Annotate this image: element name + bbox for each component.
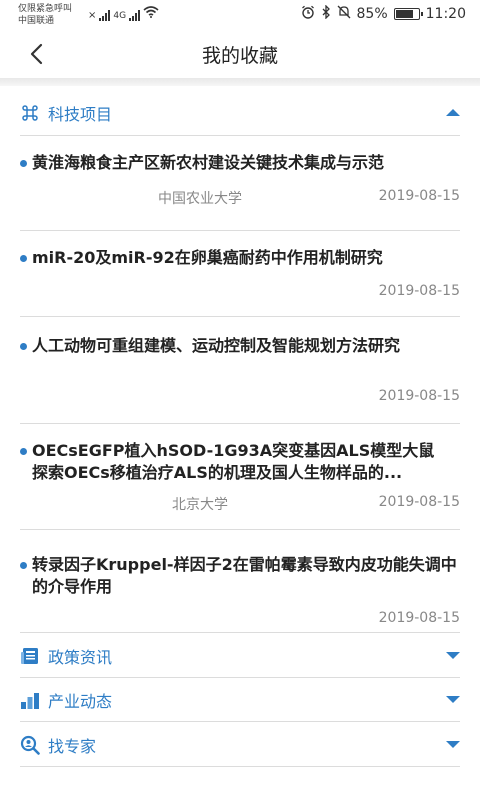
header-divider <box>0 78 480 86</box>
item-meta: 北京大学 2019-08-15 <box>20 494 460 514</box>
mute-icon <box>337 5 351 23</box>
command-icon <box>20 103 40 123</box>
page-title: 我的收藏 <box>201 45 278 67</box>
network-type: 4G <box>113 11 127 21</box>
item-title: 人工动物可重组建模、运动控制及智能规划方法研究 <box>32 336 401 355</box>
list-item[interactable]: 黄淮海粮食主产区新农村建设关键技术集成与示范 中国农业大学 2019-08-15 <box>20 152 460 212</box>
news-icon <box>20 646 40 666</box>
chevron-down-icon[interactable] <box>446 652 460 659</box>
search-person-icon <box>20 735 40 755</box>
signal-bars-icon-2 <box>129 10 141 21</box>
item-title: 转录因子Kruppel-样因子2在雷帕霉素导致内皮功能失调中的介导作用 <box>32 555 457 596</box>
item-date: 2019-08-15 <box>378 494 460 510</box>
chevron-up-icon[interactable] <box>446 109 460 116</box>
battery-fill <box>395 10 414 18</box>
battery-percent: 85% <box>356 6 388 22</box>
battery-icon <box>393 8 423 20</box>
bar-chart-icon <box>20 690 40 710</box>
bluetooth-icon <box>321 4 331 23</box>
bullet-dot <box>20 255 27 262</box>
nav-bar: 我的收藏 <box>0 30 480 78</box>
item-date: 2019-08-15 <box>378 188 460 204</box>
chevron-down-icon[interactable] <box>446 741 460 748</box>
section-industry-header[interactable]: 产业动态 <box>20 677 460 722</box>
status-bar: 仅限紧急呼叫 中国联通 × 4G 85% 11:20 <box>0 0 480 30</box>
chevron-down-icon[interactable] <box>446 696 460 703</box>
item-date: 2019-08-15 <box>378 610 460 626</box>
item-title-line2: 探索OECs移植治疗ALS的机理及国人生物样品的... <box>32 463 403 482</box>
item-meta: 2019-08-15 <box>20 283 460 303</box>
carrier-line1: 仅限紧急呼叫 <box>18 4 73 14</box>
divider <box>20 529 460 530</box>
list-item[interactable]: 转录因子Kruppel-样因子2在雷帕霉素导致内皮功能失调中的介导作用 2019… <box>20 554 460 634</box>
section-industry-label: 产业动态 <box>48 691 113 711</box>
divider <box>20 135 460 136</box>
item-title: miR-20及miR-92在卵巢癌耐药中作用机制研究 <box>32 248 383 267</box>
signal-indicators: × 4G <box>88 6 159 21</box>
bullet-dot <box>20 343 27 350</box>
bullet-dot <box>20 160 27 167</box>
section-policy-header[interactable]: 政策资讯 <box>20 633 460 678</box>
section-expert-header[interactable]: 找专家 <box>20 722 460 767</box>
wifi-icon <box>143 6 159 21</box>
list-item[interactable]: OECsEGFP植入hSOD-1G93A突变基因ALS模型大鼠 探索OECs移植… <box>20 440 460 520</box>
item-meta: 2019-08-15 <box>20 610 460 630</box>
sim-x-icon: × <box>88 10 97 21</box>
item-meta: 2019-08-15 <box>20 388 460 408</box>
carrier-line2: 中国联通 <box>18 16 55 26</box>
item-date: 2019-08-15 <box>378 283 460 299</box>
item-source: 北京大学 <box>172 497 228 513</box>
list-item[interactable]: 人工动物可重组建模、运动控制及智能规划方法研究 2019-08-15 <box>20 335 460 415</box>
item-meta: 中国农业大学 2019-08-15 <box>20 188 460 208</box>
list-item[interactable]: miR-20及miR-92在卵巢癌耐药中作用机制研究 2019-08-15 <box>20 247 460 307</box>
status-right: 85% 11:20 <box>301 4 466 23</box>
item-date: 2019-08-15 <box>378 388 460 404</box>
item-title: 黄淮海粮食主产区新农村建设关键技术集成与示范 <box>32 153 385 172</box>
divider <box>20 316 460 317</box>
section-tech-header[interactable]: 科技项目 <box>20 90 460 135</box>
divider <box>20 766 460 767</box>
divider <box>20 230 460 231</box>
item-source: 中国农业大学 <box>158 191 242 207</box>
divider <box>20 423 460 424</box>
item-title-line1: OECsEGFP植入hSOD-1G93A突变基因ALS模型大鼠 <box>32 441 435 460</box>
clock: 11:20 <box>425 6 466 22</box>
signal-bars-icon <box>99 10 111 21</box>
bullet-dot <box>20 562 27 569</box>
carrier-info: 仅限紧急呼叫 中国联通 <box>18 3 72 27</box>
section-policy-label: 政策资讯 <box>48 647 113 667</box>
section-expert-label: 找专家 <box>48 736 97 756</box>
section-tech-label: 科技项目 <box>48 104 113 124</box>
alarm-icon <box>301 5 315 23</box>
bullet-dot <box>20 448 27 455</box>
